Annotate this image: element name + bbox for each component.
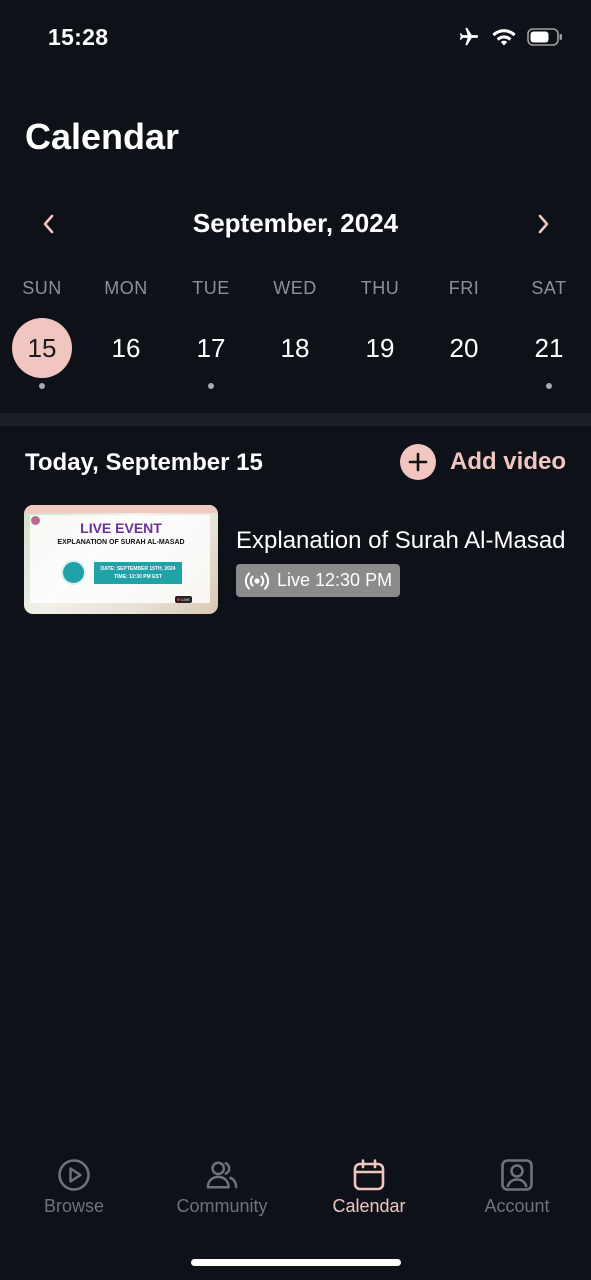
account-icon [500, 1158, 534, 1192]
video-thumbnail: LIVE EVENT EXPLANATION OF SURAH AL-MASAD… [24, 505, 218, 614]
event-dot [39, 383, 45, 389]
day-column: THU 19 [338, 274, 422, 399]
live-time-label: Live 12:30 PM [277, 570, 393, 590]
status-time: 15:28 [48, 24, 109, 50]
battery-icon [527, 27, 563, 47]
day-column: SUN 15 [0, 274, 84, 399]
day-cell[interactable]: 20 [434, 318, 494, 378]
users-icon [205, 1158, 239, 1192]
airplane-icon [457, 26, 481, 48]
tab-account[interactable]: Account [443, 1150, 591, 1220]
schedule-date-label: Today, September 15 [25, 449, 263, 476]
event-dot [546, 383, 552, 389]
event-dot [208, 383, 214, 389]
day-cell[interactable]: 21 [519, 318, 579, 378]
tab-browse[interactable]: Browse [0, 1150, 148, 1220]
day-name: MON [104, 278, 148, 298]
calendar-icon [352, 1158, 386, 1192]
status-bar: 15:28 [0, 0, 591, 76]
thumbnail-live-tag: LIVE [175, 596, 192, 603]
day-column: FRI 20 [422, 274, 506, 399]
tab-bar: Browse Community Calendar Account [0, 1150, 591, 1230]
video-list-item[interactable]: LIVE EVENT EXPLANATION OF SURAH AL-MASAD… [24, 505, 569, 615]
month-navigator: September, 2024 [0, 202, 591, 246]
thumbnail-top-bar [24, 505, 218, 513]
day-cell[interactable]: 19 [350, 318, 410, 378]
day-name: FRI [448, 278, 480, 298]
wifi-icon [491, 27, 517, 47]
tab-label: Community [176, 1196, 268, 1216]
page-title: Calendar [25, 116, 180, 157]
week-strip: SUN 15 MON 16 TUE 17 WED 18 THU 19 FRI 2… [0, 274, 591, 399]
thumbnail-headline: LIVE EVENT [80, 520, 162, 536]
broadcast-icon [244, 571, 270, 590]
thumbnail-info-box: DATE: SEPTEMBER 15TH, 2024 TIME: 12:30 P… [94, 562, 182, 584]
day-column: WED 18 [253, 274, 337, 399]
day-name: SAT [531, 278, 567, 298]
add-video-button[interactable]: Add video [399, 444, 566, 480]
plus-icon [399, 444, 436, 480]
video-title: Explanation of Surah Al-Masad [236, 527, 566, 554]
tab-label: Account [484, 1196, 550, 1216]
section-divider [0, 413, 591, 426]
play-circle-icon [57, 1158, 91, 1192]
thumbnail-date: DATE: SEPTEMBER 15TH, 2024 [100, 566, 176, 572]
day-name: THU [360, 278, 400, 298]
tab-label: Calendar [332, 1196, 406, 1216]
day-column: SAT 21 [507, 274, 591, 399]
status-icons [457, 26, 563, 48]
day-name: TUE [192, 278, 230, 298]
day-cell-selected[interactable]: 15 [12, 318, 72, 378]
day-cell[interactable]: 16 [96, 318, 156, 378]
day-cell[interactable]: 18 [265, 318, 325, 378]
day-cell[interactable]: 17 [181, 318, 241, 378]
month-label: September, 2024 [192, 208, 399, 238]
home-indicator[interactable] [191, 1259, 401, 1266]
tab-label: Browse [43, 1196, 105, 1216]
speaker-avatar [61, 560, 86, 585]
tab-community[interactable]: Community [148, 1150, 296, 1220]
tab-calendar[interactable]: Calendar [295, 1150, 443, 1220]
day-column: MON 16 [84, 274, 168, 399]
add-video-label: Add video [449, 448, 566, 475]
thumbnail-time: TIME: 12:30 PM EST [114, 574, 162, 580]
live-badge: Live 12:30 PM [236, 564, 401, 597]
thumbnail-subheadline: EXPLANATION OF SURAH AL-MASAD [57, 539, 185, 546]
day-column: TUE 17 [169, 274, 253, 399]
day-name: SUN [22, 278, 62, 298]
day-name: WED [273, 278, 317, 298]
chevron-right-icon [538, 214, 549, 234]
next-week-button[interactable] [527, 208, 559, 240]
